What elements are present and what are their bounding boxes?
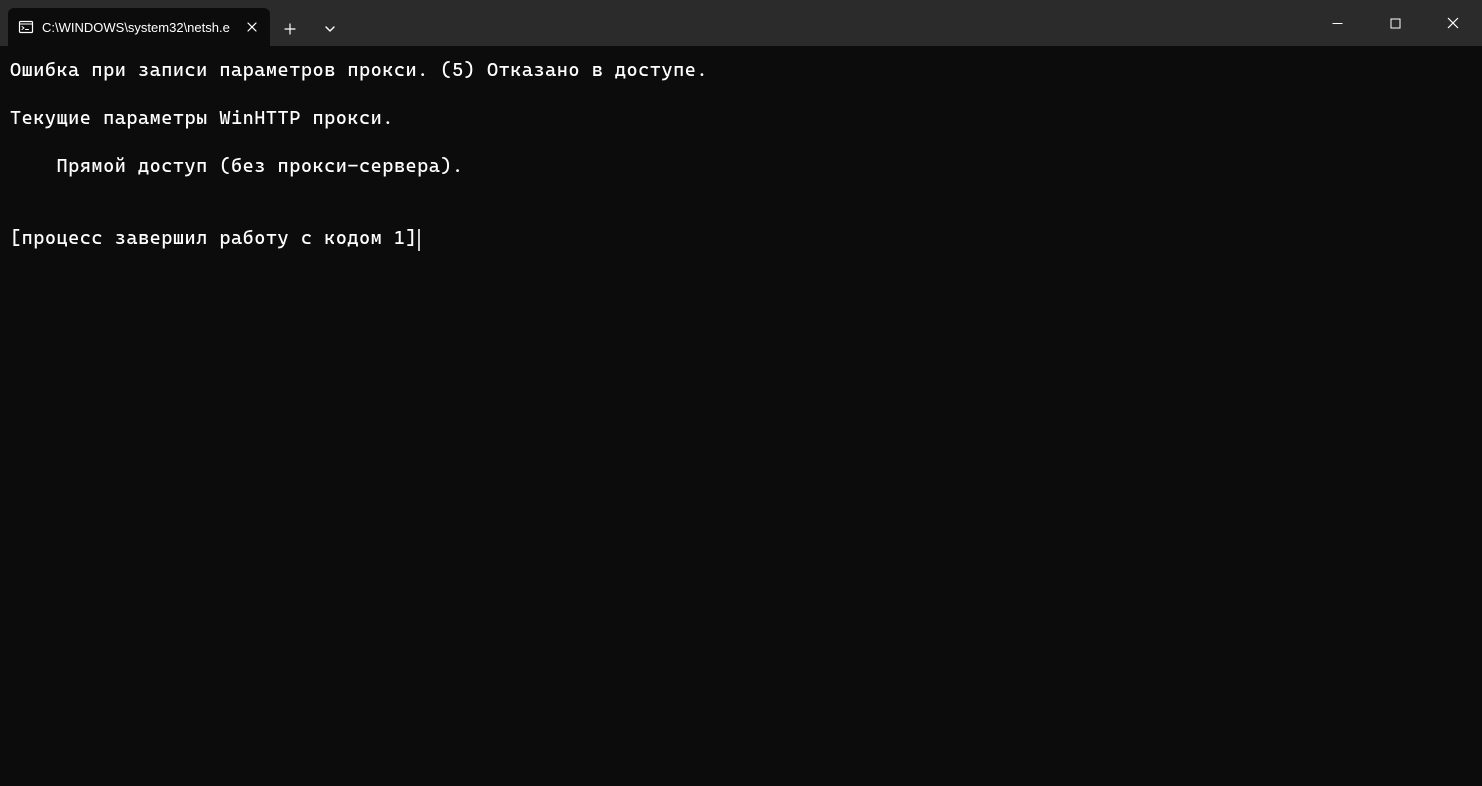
maximize-icon xyxy=(1390,18,1401,29)
minimize-button[interactable] xyxy=(1308,0,1366,46)
window-close-button[interactable] xyxy=(1424,0,1482,46)
terminal-output[interactable]: Ошибка при записи параметров прокси. (5)… xyxy=(0,46,1482,786)
minimize-icon xyxy=(1332,18,1343,29)
close-icon xyxy=(1447,17,1459,29)
tab-active[interactable]: C:\WINDOWS\system32\netsh.e xyxy=(8,8,270,46)
plus-icon xyxy=(284,23,296,35)
text-cursor xyxy=(418,229,420,251)
output-line: [процесс завершил работу с кодом 1] xyxy=(10,227,417,249)
output-line: Прямой доступ (без прокси-сервера). xyxy=(10,155,464,177)
chevron-down-icon xyxy=(324,23,336,35)
window-controls xyxy=(1308,0,1482,46)
output-line: Текущие параметры WinHTTP прокси. xyxy=(10,107,394,129)
close-icon xyxy=(246,21,258,33)
tab-title: C:\WINDOWS\system32\netsh.e xyxy=(42,20,230,35)
output-line: Ошибка при записи параметров прокси. (5)… xyxy=(10,59,708,81)
titlebar: C:\WINDOWS\system32\netsh.e xyxy=(0,0,1482,46)
tab-dropdown-button[interactable] xyxy=(310,12,350,46)
maximize-button[interactable] xyxy=(1366,0,1424,46)
tab-strip: C:\WINDOWS\system32\netsh.e xyxy=(0,0,350,46)
terminal-window: C:\WINDOWS\system32\netsh.e xyxy=(0,0,1482,786)
terminal-icon xyxy=(18,19,34,35)
tab-close-button[interactable] xyxy=(242,17,262,37)
new-tab-button[interactable] xyxy=(270,12,310,46)
